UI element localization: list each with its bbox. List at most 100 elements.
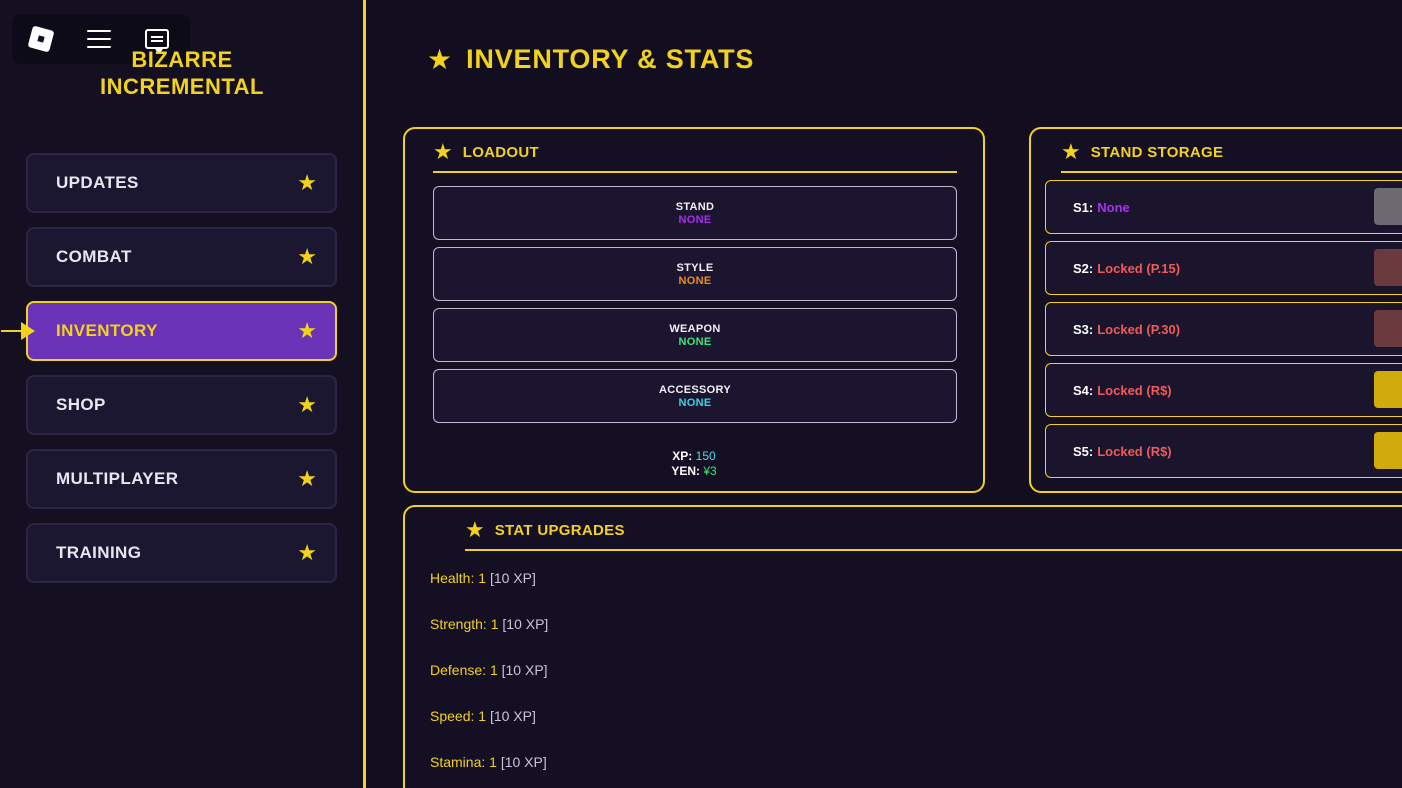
storage-slot-value: Locked (P.30): [1097, 321, 1181, 337]
star-icon: ★: [1061, 139, 1081, 164]
star-icon: ★: [297, 466, 317, 491]
sidebar-divider: [363, 0, 366, 788]
stat-name: Speed:: [430, 708, 475, 724]
stand-storage-panel: ★ STAND STORAGE S1: None S2: Locked (P.1…: [1029, 127, 1402, 493]
storage-slot-button[interactable]: [1374, 249, 1402, 286]
star-icon: ★: [297, 244, 317, 269]
sidebar-nav: UPDATES ★ COMBAT ★ INVENTORY ★ SHOP ★ MU…: [1, 153, 337, 597]
stat-upgrades-panel: ★ STAT UPGRADES Health: 1 [10 XP] Streng…: [403, 505, 1402, 788]
currency-display: XP: 150 YEN: ¥3: [405, 449, 983, 479]
storage-slot-key: S5:: [1073, 443, 1094, 459]
star-icon: ★: [297, 170, 317, 195]
loadout-title: LOADOUT: [462, 143, 539, 161]
loadout-slot-style[interactable]: STYLE NONE: [433, 247, 957, 301]
stat-level: 1: [489, 754, 497, 770]
star-icon: ★: [297, 392, 317, 417]
stat-cost: [10 XP]: [502, 616, 549, 632]
stat-upgrade-strength[interactable]: Strength: 1 [10 XP]: [430, 616, 548, 632]
stat-upgrade-health[interactable]: Health: 1 [10 XP]: [430, 570, 536, 586]
stat-level: 1: [478, 570, 487, 586]
star-icon: ★: [297, 540, 317, 565]
nav-item-multiplayer[interactable]: MULTIPLAYER ★: [26, 449, 337, 509]
stat-name: Defense:: [430, 662, 487, 678]
stat-level: 1: [478, 708, 487, 724]
nav-item-combat[interactable]: COMBAT ★: [26, 227, 337, 287]
xp-label: XP:: [672, 449, 693, 463]
storage-slot-value: Locked (P.15): [1097, 260, 1181, 276]
slot-value: NONE: [678, 274, 712, 287]
slot-label: ACCESSORY: [659, 383, 731, 396]
nav-item-label: UPDATES: [56, 173, 139, 192]
storage-slot-value: None: [1097, 199, 1130, 215]
loadout-panel: ★ LOADOUT STAND NONE STYLE NONE WEAPON N…: [403, 127, 985, 493]
storage-slot-button[interactable]: [1374, 371, 1402, 408]
slot-value: NONE: [678, 213, 712, 226]
stat-level: 1: [490, 616, 499, 632]
stat-name: Strength:: [430, 616, 487, 632]
stat-upgrade-speed[interactable]: Speed: 1 [10 XP]: [430, 708, 536, 724]
active-pointer-icon: [1, 322, 35, 340]
xp-value: 150: [695, 449, 716, 463]
stat-name: Stamina:: [430, 754, 486, 770]
stat-upgrade-defense[interactable]: Defense: 1 [10 XP]: [430, 662, 548, 678]
stat-cost: [10 XP]: [489, 570, 536, 586]
slot-label: STAND: [675, 200, 715, 213]
loadout-slot-weapon[interactable]: WEAPON NONE: [433, 308, 957, 362]
roblox-logo-button[interactable]: [12, 14, 70, 64]
storage-slot-key: S3:: [1073, 321, 1094, 337]
storage-slot-button[interactable]: [1374, 310, 1402, 347]
storage-slot-button[interactable]: [1374, 432, 1402, 469]
yen-label: YEN:: [671, 464, 700, 478]
slot-value: NONE: [678, 335, 712, 348]
storage-slot-key: S2:: [1073, 260, 1094, 276]
storage-slot-value: Locked (R$): [1097, 382, 1172, 398]
storage-slot-s5: S5: Locked (R$): [1045, 424, 1402, 478]
storage-slot-s3: S3: Locked (P.30): [1045, 302, 1402, 356]
stat-upgrade-stamina[interactable]: Stamina: 1 [10 XP]: [430, 754, 547, 770]
stat-cost: [10 XP]: [501, 662, 548, 678]
stat-upgrades-header: ★ STAT UPGRADES: [465, 519, 1402, 551]
stat-level: 1: [489, 662, 498, 678]
nav-item-label: COMBAT: [56, 247, 132, 266]
nav-item-label: MULTIPLAYER: [56, 469, 179, 488]
nav-item-training[interactable]: TRAINING ★: [26, 523, 337, 583]
game-title: BIZARRE INCREMENTAL: [100, 47, 264, 99]
nav-item-shop[interactable]: SHOP ★: [26, 375, 337, 435]
roblox-logo-icon: [27, 25, 55, 53]
star-icon: ★: [465, 517, 485, 542]
page-title: INVENTORY & STATS: [466, 44, 755, 74]
loadout-header: ★ LOADOUT: [433, 141, 957, 173]
stat-cost: [10 XP]: [489, 708, 536, 724]
stand-storage-header: ★ STAND STORAGE: [1061, 141, 1402, 173]
nav-item-label: INVENTORY: [56, 321, 158, 340]
stat-name: Health:: [430, 570, 475, 586]
slot-label: WEAPON: [669, 322, 721, 335]
storage-slot-key: S4:: [1073, 382, 1094, 398]
loadout-slot-accessory[interactable]: ACCESSORY NONE: [433, 369, 957, 423]
storage-slot-value: Locked (R$): [1097, 443, 1172, 459]
storage-slot-button[interactable]: [1374, 188, 1402, 225]
star-icon: ★: [297, 318, 317, 343]
storage-slot-key: S1:: [1073, 199, 1094, 215]
sidebar: BIZARRE INCREMENTAL UPDATES ★ COMBAT ★ I…: [0, 0, 364, 788]
star-icon: ★: [427, 43, 453, 75]
xp-readout: XP: 150: [405, 449, 983, 464]
nav-item-inventory[interactable]: INVENTORY ★: [1, 301, 337, 361]
stat-cost: [10 XP]: [500, 754, 547, 770]
nav-item-label: TRAINING: [56, 543, 142, 562]
yen-readout: YEN: ¥3: [405, 464, 983, 479]
storage-slot-s1: S1: None: [1045, 180, 1402, 234]
storage-slot-s2: S2: Locked (P.15): [1045, 241, 1402, 295]
yen-value: ¥3: [703, 464, 717, 478]
page-header: ★ INVENTORY & STATS: [427, 44, 754, 75]
slot-value: NONE: [678, 396, 712, 409]
nav-item-updates[interactable]: UPDATES ★: [26, 153, 337, 213]
loadout-slot-stand[interactable]: STAND NONE: [433, 186, 957, 240]
nav-item-label: SHOP: [56, 395, 106, 414]
star-icon: ★: [433, 139, 453, 164]
stand-storage-title: STAND STORAGE: [1090, 143, 1224, 161]
stat-upgrades-title: STAT UPGRADES: [494, 521, 625, 539]
storage-slot-s4: S4: Locked (R$): [1045, 363, 1402, 417]
slot-label: STYLE: [676, 261, 714, 274]
game-ui: BIZARRE INCREMENTAL UPDATES ★ COMBAT ★ I…: [0, 0, 1402, 788]
